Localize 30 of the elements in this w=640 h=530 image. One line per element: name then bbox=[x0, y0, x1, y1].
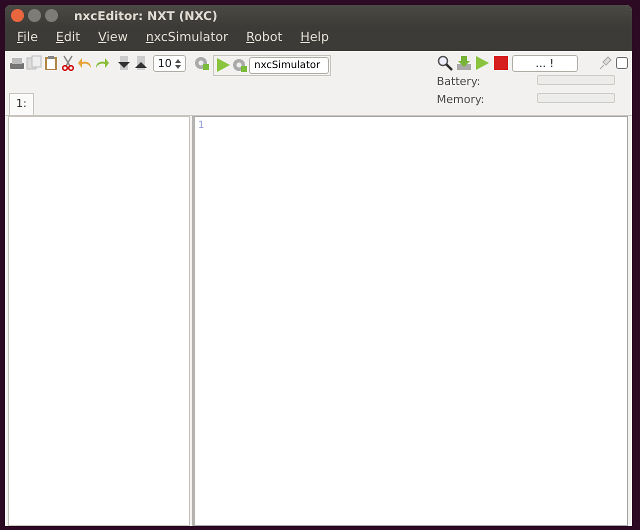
window-title: nxcEditor: NXT (NXC) bbox=[74, 8, 218, 24]
copy-icon[interactable] bbox=[26, 54, 42, 71]
line-number: 1 bbox=[198, 119, 204, 134]
menu-item[interactable]: nxcSimulator bbox=[138, 28, 236, 47]
close-button[interactable] bbox=[11, 9, 24, 22]
paste-icon[interactable] bbox=[43, 54, 59, 71]
usb-plug-icon[interactable] bbox=[597, 55, 614, 72]
spin-arrows-icon[interactable] bbox=[174, 58, 180, 70]
minimize-button[interactable] bbox=[28, 9, 41, 22]
gear-icon[interactable] bbox=[194, 54, 210, 71]
arrow-up-icon[interactable] bbox=[133, 54, 149, 71]
menu-item[interactable]: Help bbox=[292, 28, 337, 47]
usb-checkbox[interactable] bbox=[616, 57, 628, 70]
play-icon[interactable] bbox=[215, 57, 232, 74]
menu-item[interactable]: Robot bbox=[238, 28, 290, 47]
stop-icon[interactable] bbox=[493, 55, 509, 72]
simulator-field[interactable]: nxcSimulator bbox=[249, 56, 330, 74]
search-icon[interactable] bbox=[436, 55, 453, 72]
menu-item[interactable]: File bbox=[9, 28, 46, 47]
status-field: ... ! bbox=[512, 54, 578, 72]
menu-item[interactable]: View bbox=[90, 28, 136, 47]
cut-icon[interactable] bbox=[60, 54, 76, 71]
gear-icon[interactable] bbox=[232, 57, 248, 74]
menu-item[interactable]: Edit bbox=[48, 28, 88, 47]
editor-tab[interactable]: 1: bbox=[9, 92, 34, 116]
font-size-spinner[interactable]: 10 bbox=[152, 54, 186, 72]
arrow-down-icon[interactable] bbox=[116, 54, 132, 71]
meter-label: Battery: bbox=[436, 74, 482, 90]
meter-label: Memory: bbox=[436, 92, 486, 108]
maximize-button[interactable] bbox=[45, 9, 58, 22]
